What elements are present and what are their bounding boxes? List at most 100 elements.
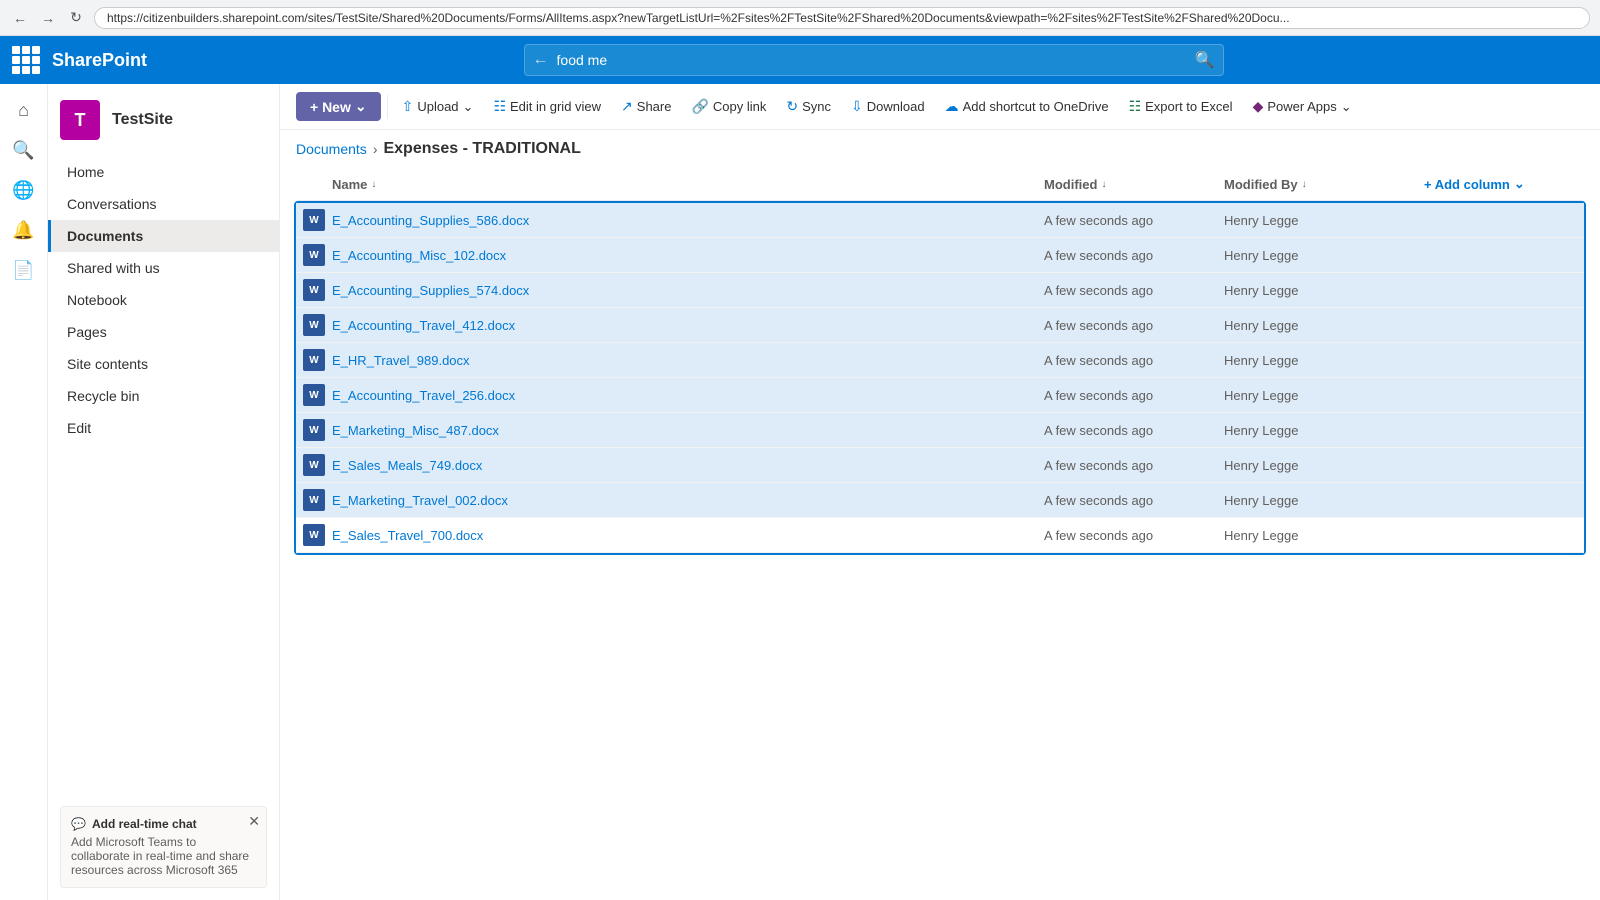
search-icon[interactable]: 🔍 [1195,50,1215,70]
table-row[interactable]: W E_Marketing_Misc_487.docx A few second… [296,413,1584,448]
site-header: T TestSite [48,84,279,156]
sidebar-item-site-contents[interactable]: Site contents [48,348,279,380]
table-row[interactable]: W E_Accounting_Supplies_574.docx A few s… [296,273,1584,308]
file-modified-by: Henry Legge [1224,423,1424,438]
sidebar-item-edit[interactable]: Edit [48,412,279,444]
share-button[interactable]: ↗ Share [613,92,679,121]
add-column-button[interactable]: + Add column ⌄ [1424,176,1584,192]
table-row[interactable]: W E_Sales_Meals_749.docx A few seconds a… [296,448,1584,483]
export-excel-button[interactable]: ☷ Export to Excel [1121,92,1241,121]
sidebar: T TestSite Home Conversations Documents … [48,84,280,900]
file-modified-by: Henry Legge [1224,248,1424,263]
home-rail-icon[interactable]: ⌂ [6,92,42,128]
waffle-menu[interactable] [12,46,40,74]
file-modified: A few seconds ago [1044,353,1224,368]
table-row[interactable]: W E_Accounting_Travel_256.docx A few sec… [296,378,1584,413]
file-name[interactable]: E_Sales_Meals_749.docx [332,458,1044,473]
table-row[interactable]: W E_Accounting_Supplies_586.docx A few s… [296,203,1584,238]
file-name[interactable]: E_Accounting_Supplies_586.docx [332,213,1044,228]
header-name[interactable]: Name ↓ [332,176,1044,192]
forward-button[interactable]: → [38,8,58,28]
sidebar-item-conversations[interactable]: Conversations [48,188,279,220]
search-bar: ← 🔍 [524,44,1224,76]
sidebar-item-shared-with-us[interactable]: Shared with us [48,252,279,284]
add-shortcut-button[interactable]: ☁ Add shortcut to OneDrive [937,92,1117,121]
file-name[interactable]: E_Accounting_Travel_412.docx [332,318,1044,333]
back-button[interactable]: ← [10,8,30,28]
onedrive-icon: ☁ [945,98,959,115]
sync-button[interactable]: ↻ Sync [778,92,839,121]
file-name[interactable]: E_HR_Travel_989.docx [332,353,1044,368]
power-apps-icon: ◆ [1253,98,1264,115]
excel-icon: ☷ [1129,98,1142,115]
file-modified-by: Henry Legge [1224,283,1424,298]
globe-rail-icon[interactable]: 🌐 [6,172,42,208]
left-rail: ⌂ 🔍 🌐 🔔 📄 [0,84,48,900]
download-icon: ⇩ [851,98,863,115]
new-chevron-icon: ⌄ [355,98,367,115]
bell-rail-icon[interactable]: 🔔 [6,212,42,248]
upload-chevron-icon: ⌄ [463,99,474,115]
file-name[interactable]: E_Marketing_Misc_487.docx [332,423,1044,438]
table-row[interactable]: W E_Accounting_Misc_102.docx A few secon… [296,238,1584,273]
word-icon: W [303,454,325,476]
link-icon: 🔗 [691,98,708,115]
file-modified: A few seconds ago [1044,213,1224,228]
sync-icon: ↻ [786,98,798,115]
browser-bar: ← → ↻ https://citizenbuilders.sharepoint… [0,0,1600,36]
breadcrumb-parent[interactable]: Documents [296,141,367,157]
file-modified: A few seconds ago [1044,423,1224,438]
table-row[interactable]: W E_Sales_Travel_700.docx A few seconds … [296,518,1584,553]
file-name[interactable]: E_Sales_Travel_700.docx [332,528,1044,543]
file-name[interactable]: E_Accounting_Supplies_574.docx [332,283,1044,298]
sidebar-item-home[interactable]: Home [48,156,279,188]
sidebar-item-pages[interactable]: Pages [48,316,279,348]
sidebar-item-recycle-bin[interactable]: Recycle bin [48,380,279,412]
new-button[interactable]: + New ⌄ [296,92,381,121]
search-input[interactable] [557,52,1195,68]
grid-icon: ☷ [493,98,506,115]
file-name[interactable]: E_Marketing_Travel_002.docx [332,493,1044,508]
chat-promo-description: Add Microsoft Teams to collaborate in re… [71,835,256,877]
power-apps-button[interactable]: ◆ Power Apps ⌄ [1245,92,1360,121]
upload-button[interactable]: ⇧ Upload ⌄ [394,92,482,121]
notes-rail-icon[interactable]: 📄 [6,252,42,288]
file-icon-cell: W [296,279,332,301]
word-icon: W [303,349,325,371]
share-icon: ↗ [621,98,633,115]
file-modified-by: Henry Legge [1224,458,1424,473]
file-modified: A few seconds ago [1044,493,1224,508]
file-icon-cell: W [296,524,332,546]
refresh-button[interactable]: ↻ [66,8,86,28]
edit-grid-button[interactable]: ☷ Edit in grid view [485,92,609,121]
file-modified: A few seconds ago [1044,318,1224,333]
file-modified-by: Henry Legge [1224,353,1424,368]
header-modified[interactable]: Modified ↓ [1044,176,1224,192]
file-table: Name ↓ Modified ↓ Modified By ↓ + Add co… [280,168,1600,900]
file-name[interactable]: E_Accounting_Travel_256.docx [332,388,1044,403]
file-modified-by: Henry Legge [1224,388,1424,403]
table-header: Name ↓ Modified ↓ Modified By ↓ + Add co… [296,168,1584,201]
new-button-label: + New [310,99,351,115]
word-icon: W [303,209,325,231]
file-icon-cell: W [296,419,332,441]
copy-link-button[interactable]: 🔗 Copy link [683,92,774,121]
file-name[interactable]: E_Accounting_Misc_102.docx [332,248,1044,263]
sharepoint-logo: SharePoint [52,50,147,71]
breadcrumb: Documents › Expenses - TRADITIONAL [280,130,1600,168]
table-row[interactable]: W E_Marketing_Travel_002.docx A few seco… [296,483,1584,518]
topbar: SharePoint ← 🔍 [0,36,1600,84]
url-bar[interactable]: https://citizenbuilders.sharepoint.com/s… [94,7,1590,29]
chat-promo-close[interactable]: ✕ [248,813,260,830]
header-modified-by[interactable]: Modified By ↓ [1224,176,1424,192]
table-row[interactable]: W E_Accounting_Travel_412.docx A few sec… [296,308,1584,343]
modified-by-sort-icon: ↓ [1302,179,1307,190]
table-row[interactable]: W E_HR_Travel_989.docx A few seconds ago… [296,343,1584,378]
sidebar-item-documents[interactable]: Documents [48,220,279,252]
file-icon-cell: W [296,454,332,476]
sidebar-item-notebook[interactable]: Notebook [48,284,279,316]
search-rail-icon[interactable]: 🔍 [6,132,42,168]
site-icon: T [60,100,100,140]
search-back-icon[interactable]: ← [533,51,549,69]
download-button[interactable]: ⇩ Download [843,92,933,121]
